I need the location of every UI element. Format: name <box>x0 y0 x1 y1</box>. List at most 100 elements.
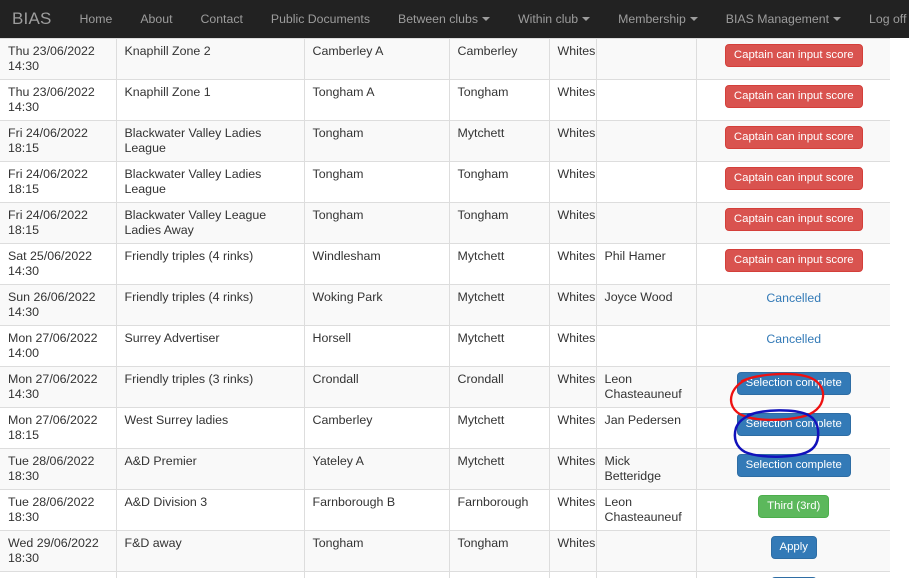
fixture-dress-cell: Whites <box>549 489 597 531</box>
fixture-status-cell: Cancelled <box>696 284 890 326</box>
fixture-location-cell: Crondall <box>449 366 550 408</box>
fixture-venue-cell: Tongham <box>304 120 450 162</box>
nav-link-home[interactable]: Home <box>66 0 127 38</box>
nav-item-label: Membership <box>618 12 686 26</box>
fixture-captain-cell: Phil Hamer <box>596 243 697 285</box>
fixture-venue-cell: Camberley <box>304 407 450 449</box>
fixture-date-cell: Wed 29/06/2022 18:30 <box>0 530 117 572</box>
brand-logo[interactable]: BIAS <box>0 0 66 38</box>
fixture-dress-cell: Whites <box>549 448 597 490</box>
navbar-left-group: BIAS Home About Contact Public Documents <box>0 0 384 38</box>
top-navbar: BIAS Home About Contact Public Documents Be… <box>0 0 909 38</box>
status-action-button[interactable]: Captain can input score <box>724 44 863 67</box>
fixture-date-cell: Fri 24/06/2022 18:15 <box>0 202 117 244</box>
fixtures-table: Thu 23/06/2022 14:30 Knaphill Zone 2 Cambe… <box>0 38 890 578</box>
fixture-match-cell: Blackwater Valley Ladies League <box>116 120 305 162</box>
fixture-date-cell: Mon 27/06/2022 14:30 <box>0 366 117 408</box>
fixture-date-cell: Sun 26/06/2022 14:30 <box>0 284 117 326</box>
fixture-captain-cell <box>596 79 697 121</box>
nav-link-log-off[interactable]: Log off <box>855 0 909 38</box>
fixture-venue-cell: Tongham <box>304 202 450 244</box>
fixture-captain-cell: Joyce Wood <box>596 284 697 326</box>
fixture-location-cell: Mytchett <box>449 448 550 490</box>
navbar-right-group: Between clubs Within club Membership BIAS M… <box>384 0 909 38</box>
fixture-match-cell: A&D Division 3 <box>116 489 305 531</box>
fixture-match-cell: Blackwater Valley Ladies League <box>116 161 305 203</box>
status-action-button[interactable]: Selection complete <box>736 372 851 395</box>
nav-link-contact[interactable]: Contact <box>187 0 257 38</box>
nav-item-label: Log off <box>869 12 907 26</box>
fixture-match-cell: F&D away <box>116 530 305 572</box>
fixture-status-cell: Captain can input score <box>696 161 890 203</box>
fixture-status-cell: Cancelled <box>696 325 890 367</box>
chevron-down-icon <box>582 17 591 21</box>
status-action-button[interactable]: Captain can input score <box>724 167 863 190</box>
fixture-captain-cell: Jan Pedersen <box>596 407 697 449</box>
status-action-button[interactable]: Selection complete <box>736 413 851 436</box>
nav-item-label: Contact <box>200 12 243 26</box>
fixture-venue-cell: Horsell <box>304 325 450 367</box>
fixtures-table-wrapper: Thu 23/06/2022 14:30 Knaphill Zone 2 Cambe… <box>0 38 890 578</box>
fixture-match-cell: West Surrey ladies <box>116 407 305 449</box>
nav-link-about[interactable]: About <box>126 0 186 38</box>
fixture-match-cell: Friendly triples (3 rinks) <box>116 366 305 408</box>
fixture-venue-cell: Windlesham <box>304 243 450 285</box>
status-action-button[interactable]: Selection complete <box>736 454 851 477</box>
fixture-venue-cell: Tongham <box>304 571 450 578</box>
status-action-button[interactable]: Captain can input score <box>724 249 863 272</box>
nav-link-bias-management[interactable]: BIAS Management <box>712 0 855 38</box>
status-cancelled-link[interactable]: Cancelled <box>766 291 821 305</box>
fixture-dress-cell: Whites <box>549 243 597 285</box>
fixture-status-cell: Captain can input score <box>696 79 890 121</box>
table-row: Wed 29/06/2022 18:30 F&D away Tongham Tongh… <box>0 530 890 572</box>
status-action-button[interactable]: Captain can input score <box>724 126 863 149</box>
fixture-captain-cell: Leon Chasteauneuf <box>596 366 697 408</box>
fixture-venue-cell: Camberley A <box>304 38 450 80</box>
status-action-button[interactable]: Captain can input score <box>724 85 863 108</box>
fixture-captain-cell <box>596 38 697 80</box>
fixture-location-cell: Mytchett <box>449 325 550 367</box>
fixture-location-cell: Tongham <box>449 79 550 121</box>
status-cancelled-link[interactable]: Cancelled <box>766 332 821 346</box>
fixture-date-cell: Thu 23/06/2022 14:30 <box>0 79 117 121</box>
primary-nav-items: Home About Contact Public Documents <box>66 0 384 38</box>
fixture-captain-cell: Leon Chasteauneuf <box>596 489 697 531</box>
fixture-date-cell: Fri 24/06/2022 18:15 <box>0 120 117 162</box>
nav-item-label: Within club <box>517 12 579 26</box>
chevron-down-icon <box>689 17 698 21</box>
nav-link-membership[interactable]: Membership <box>604 0 712 38</box>
fixture-status-cell: Selection complete <box>696 366 890 408</box>
nav-link-between-clubs[interactable]: Between clubs <box>384 0 504 38</box>
fixture-status-cell: Captain can input score <box>696 120 890 162</box>
table-row: Tue 28/06/2022 18:30 A&D Premier Yateley A… <box>0 448 890 490</box>
fixture-match-cell: Knaphill Zone 2 <box>116 38 305 80</box>
fixture-location-cell: Mytchett <box>449 243 550 285</box>
secondary-nav-items: Between clubs Within club Membership BIAS M… <box>384 0 909 38</box>
table-row: Fri 24/06/2022 18:15 Blackwater Valley La… <box>0 161 890 203</box>
fixture-location-cell: Tongham <box>449 161 550 203</box>
status-action-button[interactable]: Third (3rd) <box>758 495 830 518</box>
nav-item-label: Home <box>79 12 113 26</box>
table-row: Mon 27/06/2022 18:15 West Surrey ladies Ca… <box>0 407 890 449</box>
table-row: Sat 25/06/2022 14:30 Friendly triples (4 … <box>0 243 890 285</box>
nav-item-label: BIAS Management <box>725 12 830 26</box>
fixture-dress-cell: Whites <box>549 407 597 449</box>
nav-link-public-documents[interactable]: Public Documents <box>257 0 384 38</box>
table-row: Wed 29/06/2022 18:30F&D homeTonghamMytch… <box>0 571 890 578</box>
table-row: Fri 24/06/2022 18:15 Blackwater Valley La… <box>0 120 890 162</box>
fixture-dress-cell: Whites <box>549 120 597 162</box>
fixture-match-cell: F&D home <box>116 571 305 578</box>
nav-link-within-club[interactable]: Within club <box>504 0 604 38</box>
fixture-status-cell: Third (3rd) <box>696 489 890 531</box>
fixture-date-cell: Sat 25/06/2022 14:30 <box>0 243 117 285</box>
nav-item-label: Between clubs <box>398 12 478 26</box>
fixture-dress-cell: Whites <box>549 366 597 408</box>
fixture-match-cell: Surrey Advertiser <box>116 325 305 367</box>
fixture-dress-cell: Whites <box>549 161 597 203</box>
fixture-location-cell: Mytchett <box>449 284 550 326</box>
table-row: Thu 23/06/2022 14:30 Knaphill Zone 2 Cambe… <box>0 38 890 80</box>
fixture-captain-cell <box>596 161 697 203</box>
status-action-button[interactable]: Apply <box>770 536 817 559</box>
status-action-button[interactable]: Captain can input score <box>724 208 863 231</box>
fixture-location-cell: Farnborough <box>449 489 550 531</box>
